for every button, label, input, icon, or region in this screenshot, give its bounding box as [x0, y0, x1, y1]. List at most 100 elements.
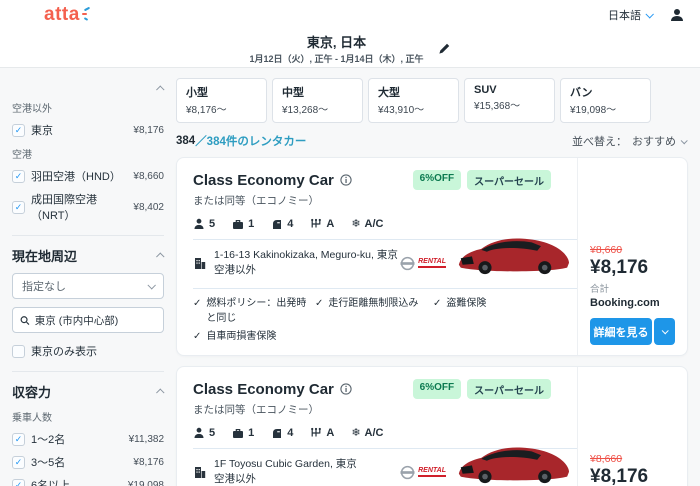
pencil-icon	[438, 42, 451, 55]
provider-name: Booking.com	[590, 297, 675, 309]
super-sale-badge: スーパーセール	[467, 170, 551, 190]
car-class-subtitle: または同等（エコノミー）	[193, 193, 577, 208]
section-capacity[interactable]: 収容力	[12, 382, 164, 401]
search-summary-bar[interactable]: 東京, 日本 1月12日（火）, 正午 - 1月14日（木）, 正午	[0, 30, 700, 68]
sort-label: 並べ替え：	[572, 133, 627, 149]
sort-dropdown[interactable]: 並べ替え： おすすめ	[572, 133, 686, 149]
filter-checkbox-tokyo[interactable]: ✓ 東京 ¥8,176	[12, 122, 164, 138]
divider	[193, 288, 577, 289]
checkbox-checked-icon: ✓	[12, 479, 25, 486]
chip-label: 小型	[186, 84, 257, 100]
location-search-input[interactable]	[35, 314, 156, 326]
luggage-icon	[232, 427, 244, 439]
building-icon	[193, 256, 207, 271]
total-price: ¥8,176	[590, 257, 675, 279]
policy-list: ✓燃料ポリシー：出発時と同じ ✓走行距離無制限込み ✓盗難保険 ✓自車両損害保険	[193, 296, 577, 347]
transmission-type: A	[326, 218, 334, 230]
filter-label: 東京	[31, 122, 53, 138]
car-class-subtitle: または同等（エコノミー）	[193, 402, 577, 417]
nearby-radius-select[interactable]: 指定なし	[12, 273, 164, 299]
filters-sidebar: 空港以外 ✓ 東京 ¥8,176 空港 ✓ 羽田空港（HND） ¥8,660 ✓…	[12, 78, 164, 486]
filter-label: 羽田空港（HND）	[31, 168, 121, 184]
filter-checkbox-3-5[interactable]: ✓ 3〜5名 ¥8,176	[12, 454, 164, 470]
chip-price: ¥19,098〜	[570, 101, 641, 116]
results-header: 384 ／384件のレンタカー 並べ替え： おすすめ	[176, 133, 686, 149]
ac-label: A/C	[365, 218, 384, 230]
pickup-address: 1-16-13 Kakinokizaka, Meguro-ku, 東京 空港以外	[214, 248, 398, 278]
filter-label: 6名以上	[31, 477, 70, 486]
nissan-emblem-icon	[400, 256, 415, 271]
user-account-icon[interactable]	[670, 8, 684, 22]
transmission-icon	[310, 427, 322, 439]
car-specs: 5 1 4 A ❄A/C	[193, 426, 577, 439]
category-chips: 小型 ¥8,176〜 中型 ¥13,268〜 大型 ¥43,910〜 SUV ¥…	[176, 78, 688, 123]
ac-icon: ❄	[351, 217, 360, 230]
section-departure[interactable]	[12, 86, 164, 92]
address-note: 空港以外	[214, 263, 398, 278]
chevron-down-icon	[662, 327, 669, 334]
policy-damage: 自車両損害保険	[206, 329, 276, 344]
chip-fullsize[interactable]: 大型 ¥43,910〜	[368, 78, 459, 123]
address-note: 空港以外	[214, 472, 357, 486]
chip-compact[interactable]: 小型 ¥8,176〜	[176, 78, 267, 123]
details-dropdown-button[interactable]	[654, 318, 675, 345]
chip-label: バン	[570, 84, 641, 100]
policy-fuel: 燃料ポリシー：出発時と同じ	[206, 296, 315, 326]
checkbox-checked-icon: ✓	[12, 124, 25, 137]
info-icon[interactable]	[340, 174, 352, 186]
chip-van[interactable]: バン ¥19,098〜	[560, 78, 651, 123]
filter-checkbox-only-tokyo[interactable]: 東京のみ表示	[12, 343, 164, 359]
language-selector[interactable]: 日本語	[608, 7, 652, 23]
atta-logo[interactable]: atta	[44, 4, 91, 26]
filter-label: 3〜5名	[31, 454, 65, 470]
check-icon: ✓	[193, 329, 201, 344]
filter-checkbox-6plus[interactable]: ✓ 6名以上 ¥19,098	[12, 477, 164, 486]
view-details-button[interactable]: 詳細を見る	[590, 318, 652, 345]
building-icon	[193, 465, 207, 480]
chip-label: 大型	[378, 84, 449, 100]
total-label: 合計	[590, 281, 675, 295]
doors-count: 4	[287, 427, 293, 439]
location-search-field[interactable]	[12, 307, 164, 333]
checkbox-checked-icon: ✓	[12, 201, 25, 214]
check-icon: ✓	[315, 296, 323, 326]
checkbox-checked-icon: ✓	[12, 456, 25, 469]
nissan-emblem-icon	[400, 465, 415, 480]
sort-value: おすすめ	[632, 133, 676, 149]
doors-count: 4	[287, 218, 293, 230]
info-icon[interactable]	[340, 383, 352, 395]
luggage-count: 1	[248, 218, 254, 230]
filter-price: ¥19,098	[128, 480, 164, 486]
address-line: 1F Toyosu Cubic Garden, 東京	[214, 457, 357, 472]
ac-label: A/C	[365, 427, 384, 439]
car-class-title: Class Economy Car	[193, 172, 334, 189]
filter-checkbox-haneda[interactable]: ✓ 羽田空港（HND） ¥8,660	[12, 168, 164, 184]
top-bar: atta 日本語	[0, 0, 700, 30]
filter-price: ¥8,176	[133, 125, 164, 136]
search-icon	[20, 315, 30, 326]
original-price: ¥8,660	[590, 244, 675, 256]
section-nearby[interactable]: 現在地周辺	[12, 246, 164, 265]
logo-colon-icon	[82, 6, 91, 22]
logo-text: atta	[44, 4, 80, 26]
chip-suv[interactable]: SUV ¥15,368〜	[464, 78, 555, 123]
filter-price: ¥11,382	[129, 434, 164, 445]
policy-theft: 盗難保険	[446, 296, 486, 326]
group-label-airport: 空港	[12, 146, 164, 161]
checkbox-unchecked-icon	[12, 345, 25, 358]
chip-label: SUV	[474, 84, 545, 96]
language-label: 日本語	[608, 7, 641, 23]
chip-midsize[interactable]: 中型 ¥13,268〜	[272, 78, 363, 123]
car-photo	[453, 443, 573, 485]
filter-checkbox-1-2[interactable]: ✓ 1〜2名 ¥11,382	[12, 431, 164, 447]
search-location: 東京, 日本	[249, 32, 423, 51]
vendor-logo: RENTAL	[400, 465, 446, 480]
filter-checkbox-narita[interactable]: ✓ 成田国際空港（NRT） ¥8,402	[12, 191, 164, 223]
edit-search-button[interactable]	[438, 42, 451, 55]
results-count-link[interactable]: ／384件のレンタカー	[195, 133, 306, 149]
group-label-passengers: 乗車人数	[12, 409, 164, 424]
transmission-type: A	[326, 427, 334, 439]
filter-label: 成田国際空港（NRT）	[31, 191, 127, 223]
results-count: 384	[176, 135, 195, 147]
search-dates: 1月12日（火）, 正午 - 1月14日（木）, 正午	[249, 52, 423, 65]
